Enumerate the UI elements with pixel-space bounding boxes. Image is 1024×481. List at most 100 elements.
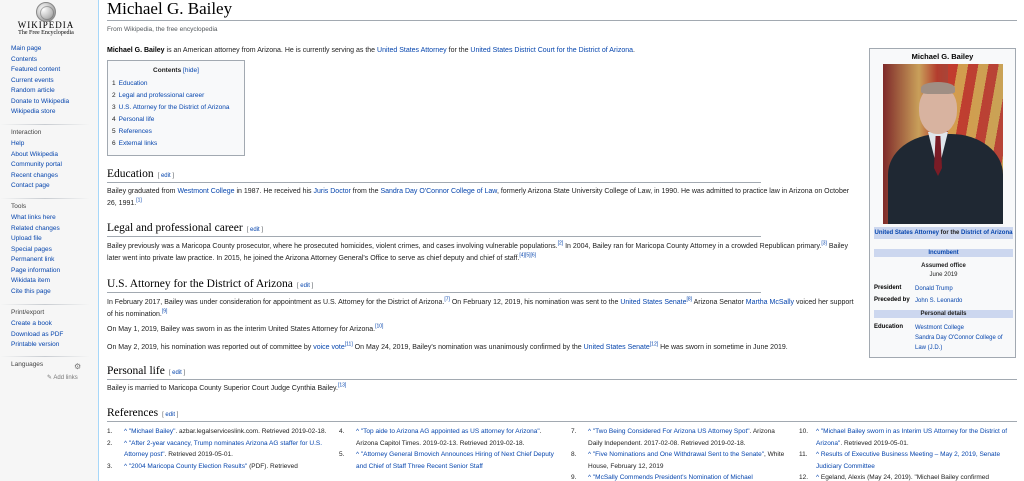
section-edit: [ edit ] [296,283,314,289]
nav-current-events[interactable]: Current events [11,76,97,87]
para-text: Arizona Senator [692,299,746,306]
ref-title-link[interactable]: "Michael Bailey" [129,428,176,435]
ref-number: 4. [339,428,345,435]
citation[interactable]: [10] [375,324,383,330]
link-office-us-attorney[interactable]: United States Attorney [875,230,939,236]
nav-donate[interactable]: Donate to Wikipedia [11,97,97,108]
citation[interactable]: [11] [345,342,353,348]
para-text: On May 2, 2019, his nomination was repor… [107,344,314,351]
nav-permanent-link[interactable]: Permanent link [11,255,97,266]
citation[interactable]: [9] [162,308,168,314]
toc-item-education[interactable]: 1 Education [112,80,148,87]
nav-about[interactable]: About Wikipedia [11,150,97,161]
ref-title-link[interactable]: "Attorney General Brnovich Announces Hir… [356,451,554,470]
infobox-preceded-label: Preceded by [874,297,910,303]
citation[interactable]: [13] [338,383,346,389]
nav-recent-changes[interactable]: Recent changes [11,171,97,182]
nav-printable-version[interactable]: Printable version [11,340,97,351]
toc-title: Contents [153,67,182,74]
ref-citation-text: . azbar.legalserviceslink.com. Retrieved… [175,428,327,435]
edit-link[interactable]: edit [172,370,182,376]
para-text: On February 12, 2019, his nomination was… [449,299,621,306]
nav-special-pages[interactable]: Special pages [11,245,97,256]
nav-contact-page[interactable]: Contact page [11,181,97,192]
page-tagline: From Wikipedia, the free encyclopedia [107,26,218,33]
nav-what-links-here[interactable]: What links here [11,213,97,224]
toc-label: External links [118,140,158,147]
toc-hide-button[interactable]: [hide] [183,67,199,74]
section-edit: [ edit ] [168,370,186,376]
table-of-contents: Contents [hide] 1 Education 2 Legal and pr… [107,60,245,156]
nav-related-changes[interactable]: Related changes [11,224,97,235]
nav-wikidata-item[interactable]: Wikidata item [11,276,97,287]
link-district-court[interactable]: United States District Court for the Dis… [470,47,633,54]
infobox-incumbent[interactable]: Incumbent [874,249,1013,257]
link-us-attorney[interactable]: United States Attorney [377,47,447,54]
ref-title-link[interactable]: "2004 Maricopa County Election Results" [129,463,247,470]
toc-number: 3 [112,104,116,111]
references-column-2: 4. ^ "Top aide to Arizona AG appointed as… [339,426,559,472]
nav-separator [0,356,90,357]
link-voice-vote[interactable]: voice vote [313,344,345,351]
toc-item-personal-life[interactable]: 4 Personal life [112,116,154,123]
office-connector: for the [939,230,961,236]
link-office-district[interactable]: District of Arizona [961,230,1012,236]
toc-item-references[interactable]: 5 References [112,128,152,135]
ref-title-link[interactable]: "Two Being Considered For Arizona US Att… [593,428,750,435]
toc-item-external-links[interactable]: 6 External links [112,140,157,147]
toc-item-us-attorney[interactable]: 3 U.S. Attorney for the District of Arizo… [112,104,230,111]
add-links-link[interactable]: ✎ Add links [47,374,78,381]
infobox-education-2[interactable]: Sandra Day O'Connor College of Law (J.D.… [915,333,1015,353]
toc-item-career[interactable]: 2 Legal and professional career [112,92,204,99]
infobox-preceded[interactable]: John S. Leonardo [915,296,1015,306]
nav-create-book[interactable]: Create a book [11,319,97,330]
infobox-education-1[interactable]: Westmont College [915,323,1015,333]
edit-link[interactable]: edit [165,412,175,418]
gear-icon[interactable]: ⚙ [74,362,81,371]
ref-title-link[interactable]: Results of Executive Business Meeting – … [816,451,1000,470]
nav-contents[interactable]: Contents [11,55,97,66]
ref-citation-text: . Retrieved 2019-05-01. [164,451,233,458]
infobox-president[interactable]: Donald Trump [915,284,1015,294]
nav-store[interactable]: Wikipedia store [11,107,97,118]
nav-featured-content[interactable]: Featured content [11,65,97,76]
link-martha-mcsally[interactable]: Martha McSally [746,299,794,306]
intro-text: for the [446,47,471,54]
us-attorney-paragraph-3: On May 2, 2019, his nomination was repor… [107,342,867,354]
nav-community-portal[interactable]: Community portal [11,160,97,171]
edit-link[interactable]: edit [161,173,171,179]
intro-paragraph: Michael G. Bailey is an American attorne… [107,45,807,57]
para-text: Bailey graduated from [107,188,178,195]
edit-link[interactable]: edit [300,283,310,289]
ref-number: 5. [339,451,345,458]
citation[interactable]: [1] [136,197,142,203]
nav-random-article[interactable]: Random article [11,86,97,97]
reference-item: 1. ^ "Michael Bailey". azbar.legalservice… [107,426,327,438]
reference-item: 8. ^ "Five Nominations and One Withdrawal… [571,449,791,472]
reference-item: 10. ^ "Michael Bailey sworn in as Interim… [799,426,1019,449]
ref-title-link[interactable]: "Five Nominations and One Withdrawal Sen… [593,451,764,458]
nav-help[interactable]: Help [11,139,97,150]
link-westmont-college[interactable]: Westmont College [177,188,234,195]
heading-personal-life: Personal life[ edit ] [107,365,185,377]
nav-download-pdf[interactable]: Download as PDF [11,330,97,341]
link-us-senate[interactable]: United States Senate [620,299,686,306]
nav-upload-file[interactable]: Upload file [11,234,97,245]
nav-cite-this-page[interactable]: Cite this page [11,287,97,298]
portrait-image[interactable] [883,64,1003,224]
ref-title-link[interactable]: "Top aide to Arizona AG appointed as US … [361,428,540,435]
heading-divider [107,236,761,237]
nav-languages: Languages [0,356,97,371]
nav-main-page[interactable]: Main page [11,44,97,55]
wikipedia-logo[interactable]: WIKIPEDIA The Free Encyclopedia [11,2,81,36]
link-sandra-day-oconnor[interactable]: Sandra Day O'Connor College of Law [380,188,497,195]
citation[interactable]: [4][5][6] [519,252,536,258]
para-text: In February 2017, Bailey was under consi… [107,299,445,306]
reference-item: 5. ^ "Attorney General Brnovich Announces… [339,449,559,472]
nav-page-information[interactable]: Page information [11,266,97,277]
citation[interactable]: [12] [650,342,658,348]
link-juris-doctor[interactable]: Juris Doctor [314,188,351,195]
ref-title-link[interactable]: "McSally Commends President's Nomination… [593,474,753,481]
link-us-senate-2[interactable]: United States Senate [584,344,650,351]
edit-link[interactable]: edit [250,227,260,233]
